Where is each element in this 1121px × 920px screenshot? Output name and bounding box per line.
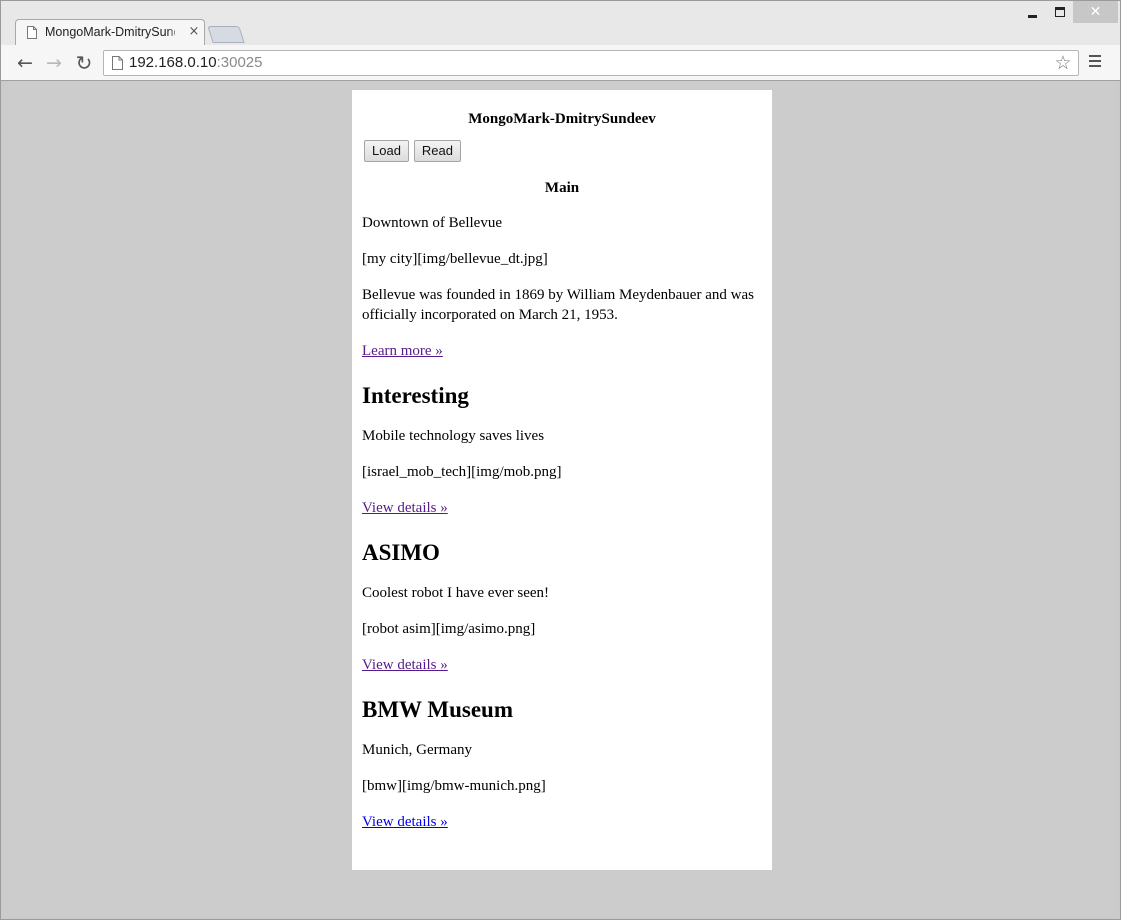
- main-subtitle: Downtown of Bellevue: [362, 215, 502, 231]
- reload-button[interactable]: ↻: [72, 51, 96, 75]
- url-text[interactable]: 192.168.0.10:30025: [129, 54, 262, 72]
- page-viewport: MongoMark-DmitrySundeev Load Read Main Do…: [8, 81, 1115, 914]
- load-button[interactable]: Load: [364, 140, 409, 162]
- menu-icon[interactable]: [1089, 55, 1103, 69]
- tab-strip: MongoMark-DmitrySundeev × ✕: [1, 1, 1120, 46]
- back-button[interactable]: ←: [13, 51, 37, 75]
- maximize-button[interactable]: [1046, 1, 1074, 23]
- close-window-button[interactable]: ✕: [1073, 1, 1118, 23]
- new-tab-button[interactable]: [207, 26, 245, 43]
- minimize-button[interactable]: [1018, 1, 1046, 23]
- browser-window: MongoMark-DmitrySundeev × ✕ ← → ↻ 192.16…: [0, 0, 1121, 920]
- close-icon: ✕: [1089, 4, 1102, 20]
- article-subtitle: Munich, Germany: [362, 742, 472, 758]
- forward-button[interactable]: →: [42, 51, 66, 75]
- page-icon: [27, 26, 37, 39]
- main-body: Bellevue was founded in 1869 by William …: [362, 287, 754, 323]
- read-button[interactable]: Read: [413, 140, 461, 162]
- view-details-link[interactable]: View details »: [362, 500, 448, 516]
- article-title: BMW Museum: [362, 697, 513, 722]
- learn-more-link[interactable]: Learn more »: [362, 343, 443, 359]
- maximize-icon: [1055, 7, 1065, 17]
- url-port: :30025: [216, 54, 263, 71]
- article-title: Interesting: [362, 383, 469, 408]
- bookmark-star-icon[interactable]: ☆: [1052, 51, 1074, 75]
- action-buttons: Load Read: [364, 140, 762, 162]
- article-image-ref: [bmw][img/bmw-munich.png]: [362, 778, 546, 794]
- article-title: ASIMO: [362, 540, 440, 565]
- article-subtitle: Coolest robot I have ever seen!: [362, 585, 550, 601]
- article-image-ref: [israel_mob_tech][img/mob.png]: [362, 464, 562, 480]
- browser-toolbar: ← → ↻ 192.168.0.10:30025 ☆: [1, 45, 1120, 81]
- main-heading: Main: [544, 180, 580, 196]
- article-subtitle: Mobile technology saves lives: [362, 428, 545, 444]
- view-details-link[interactable]: View details »: [362, 657, 448, 673]
- tab-title-fade: [167, 23, 183, 41]
- address-bar[interactable]: 192.168.0.10:30025 ☆: [103, 50, 1079, 76]
- view-details-link[interactable]: View details »: [362, 814, 448, 830]
- page-icon: [112, 56, 123, 70]
- tab-title: MongoMark-DmitrySundeev: [45, 25, 175, 39]
- site-title: MongoMark-DmitrySundeev: [468, 111, 656, 127]
- page-content: MongoMark-DmitrySundeev Load Read Main Do…: [352, 90, 772, 870]
- url-host: 192.168.0.10: [129, 54, 217, 71]
- minimize-icon: [1027, 14, 1037, 18]
- article-image-ref: [robot asim][img/asimo.png]: [362, 621, 536, 637]
- tab-close-icon[interactable]: ×: [187, 24, 201, 40]
- main-image-ref: [my city][img/bellevue_dt.jpg]: [362, 251, 548, 267]
